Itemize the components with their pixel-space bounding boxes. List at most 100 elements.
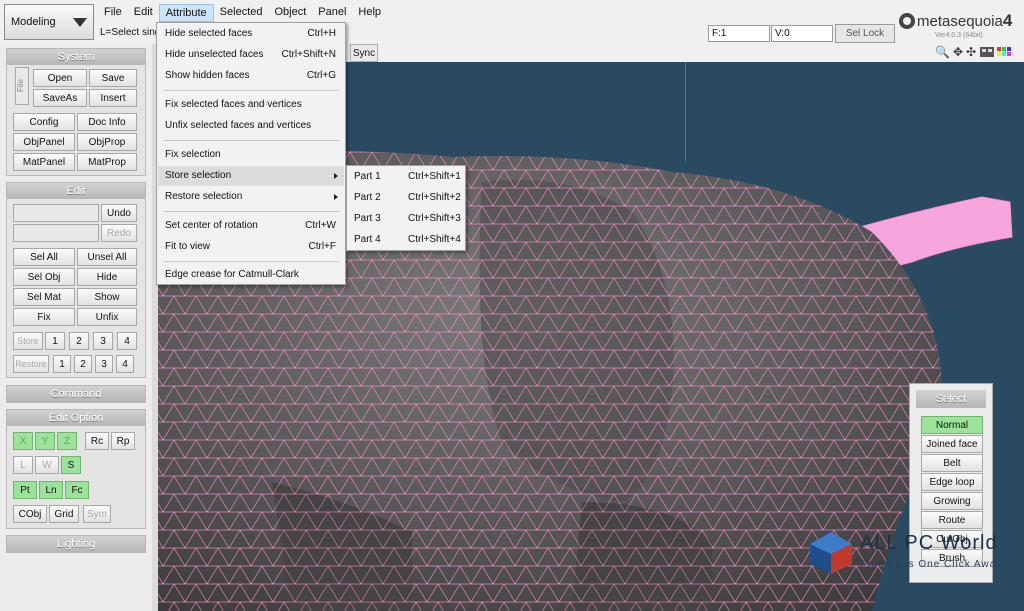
sync-button[interactable]: Sync — [350, 44, 378, 62]
submenu-item-shortcut: Ctrl+Shift+4 — [408, 234, 461, 245]
menu-fit-to-view[interactable]: Fit to view Ctrl+F — [158, 237, 344, 257]
sel-all-button[interactable]: Sel All — [13, 248, 75, 266]
submenu-part-3[interactable]: Part 3 Ctrl+Shift+3 — [348, 209, 464, 229]
menu-help[interactable]: Help — [352, 4, 387, 22]
menu-edge-crease[interactable]: Edge crease for Catmull-Clark — [158, 265, 344, 285]
unsel-all-button[interactable]: Unsel All — [77, 248, 137, 266]
menu-separator — [163, 261, 339, 262]
restore-slot-4[interactable]: 4 — [116, 355, 134, 373]
lighting-section[interactable]: Lighting — [6, 535, 146, 553]
menu-set-center-rotation[interactable]: Set center of rotation Ctrl+W — [158, 216, 344, 236]
sel-obj-button[interactable]: Sel Obj — [13, 268, 75, 286]
submenu-part-1[interactable]: Part 1 Ctrl+Shift+1 — [348, 167, 464, 187]
submenu-item-label: Part 1 — [354, 171, 381, 182]
objprop-button[interactable]: ObjProp — [77, 133, 137, 151]
command-section[interactable]: Command — [6, 385, 146, 403]
store-slot-1[interactable]: 1 — [45, 332, 65, 350]
rotate-icon[interactable]: ✣ — [966, 45, 976, 59]
menu-edit[interactable]: Edit — [128, 4, 159, 22]
fix-button[interactable]: Fix — [13, 308, 75, 326]
menu-item-shortcut: Ctrl+F — [308, 241, 337, 252]
select-edge-loop-button[interactable]: Edge loop — [921, 473, 983, 491]
objpanel-button[interactable]: ObjPanel — [13, 133, 75, 151]
sym-toggle[interactable]: Sym — [83, 505, 111, 523]
restore-label-button[interactable]: Restore — [13, 355, 49, 373]
menu-hide-selected-faces[interactable]: Hide selected faces Ctrl+H — [158, 24, 344, 44]
watermark-title: ALL PC World — [860, 532, 998, 554]
status-hint: L=Select singl — [100, 27, 156, 38]
view-tools: 🔍 ✥ ✣ — [935, 44, 1020, 60]
menu-hide-unselected-faces[interactable]: Hide unselected faces Ctrl+Shift+N — [158, 45, 344, 65]
ln-toggle[interactable]: Ln — [39, 481, 63, 499]
l-toggle[interactable]: L — [13, 456, 33, 474]
store-slot-3[interactable]: 3 — [93, 332, 113, 350]
matprop-button[interactable]: MatProp — [77, 153, 137, 171]
select-normal-button[interactable]: Normal — [921, 416, 983, 434]
face-count: F:1 — [708, 25, 770, 42]
mode-label: Modeling — [11, 16, 56, 28]
config-button[interactable]: Config — [13, 113, 75, 131]
store-slot-2[interactable]: 2 — [69, 332, 89, 350]
axis-x-toggle[interactable]: X — [13, 432, 33, 450]
pan-icon[interactable]: ✥ — [953, 45, 963, 59]
select-growing-button[interactable]: Growing — [921, 492, 983, 510]
menu-fix-selected[interactable]: Fix selected faces and vertices — [158, 95, 344, 115]
menu-item-label: Unfix selected faces and vertices — [165, 120, 312, 131]
watermark: ALL PC World Free Apps One Click Away — [808, 526, 1022, 582]
mode-dropdown[interactable]: Modeling — [4, 4, 94, 40]
rp-button[interactable]: Rp — [111, 432, 135, 450]
restore-slot-3[interactable]: 3 — [95, 355, 113, 373]
submenu-part-2[interactable]: Part 2 Ctrl+Shift+2 — [348, 188, 464, 208]
show-button[interactable]: Show — [77, 288, 137, 306]
open-button[interactable]: Open — [33, 69, 87, 87]
matpanel-button[interactable]: MatPanel — [13, 153, 75, 171]
menu-restore-selection[interactable]: Restore selection — [158, 187, 344, 207]
zoom-icon[interactable]: 🔍 — [935, 45, 950, 59]
submenu-part-4[interactable]: Part 4 Ctrl+Shift+4 — [348, 230, 464, 250]
restore-slot-2[interactable]: 2 — [74, 355, 92, 373]
file-tab[interactable]: File — [15, 67, 29, 105]
hide-button[interactable]: Hide — [77, 268, 137, 286]
menu-attribute[interactable]: Attribute — [158, 4, 214, 22]
redo-button[interactable]: Redo — [101, 224, 137, 242]
fc-toggle[interactable]: Fc — [65, 481, 89, 499]
menu-file[interactable]: File — [98, 4, 128, 22]
axis-z-toggle[interactable]: Z — [57, 432, 77, 450]
unfix-button[interactable]: Unfix — [77, 308, 137, 326]
sel-lock-button[interactable]: Sel Lock — [835, 24, 895, 43]
saveas-button[interactable]: SaveAs — [33, 89, 87, 107]
restore-slot-1[interactable]: 1 — [53, 355, 71, 373]
submenu-item-label: Part 2 — [354, 192, 381, 203]
menu-unfix-selected[interactable]: Unfix selected faces and vertices — [158, 116, 344, 136]
select-belt-button[interactable]: Belt — [921, 454, 983, 472]
submenu-item-shortcut: Ctrl+Shift+2 — [408, 192, 461, 203]
w-toggle[interactable]: W — [35, 456, 59, 474]
menu-show-hidden-faces[interactable]: Show hidden faces Ctrl+G — [158, 66, 344, 86]
cobj-toggle[interactable]: CObj — [13, 505, 47, 523]
store-label-button[interactable]: Store — [13, 332, 43, 350]
submenu-item-shortcut: Ctrl+Shift+1 — [408, 171, 461, 182]
grid-toggle[interactable]: Grid — [49, 505, 79, 523]
menu-store-selection[interactable]: Store selection — [158, 166, 344, 186]
undo-button[interactable]: Undo — [101, 204, 137, 222]
watermark-subtitle: Free Apps One Click Away — [860, 559, 1003, 570]
doc-info-button[interactable]: Doc Info — [77, 113, 137, 131]
axis-y-toggle[interactable]: Y — [35, 432, 55, 450]
submenu-item-label: Part 4 — [354, 234, 381, 245]
menu-separator — [163, 90, 339, 91]
menu-item-label: Hide selected faces — [165, 28, 253, 39]
menu-object[interactable]: Object — [268, 4, 312, 22]
s-toggle[interactable]: S — [61, 456, 81, 474]
menu-fix-selection[interactable]: Fix selection — [158, 145, 344, 165]
pt-toggle[interactable]: Pt — [13, 481, 37, 499]
store-slot-4[interactable]: 4 — [117, 332, 137, 350]
insert-button[interactable]: Insert — [89, 89, 137, 107]
view-layout-icon[interactable] — [979, 46, 1013, 58]
menu-item-label: Fix selected faces and vertices — [165, 99, 302, 110]
select-joined-face-button[interactable]: Joined face — [921, 435, 983, 453]
menu-panel[interactable]: Panel — [312, 4, 352, 22]
save-button[interactable]: Save — [89, 69, 137, 87]
sel-mat-button[interactable]: Sel Mat — [13, 288, 75, 306]
rc-button[interactable]: Rc — [85, 432, 109, 450]
menu-selected[interactable]: Selected — [214, 4, 269, 22]
